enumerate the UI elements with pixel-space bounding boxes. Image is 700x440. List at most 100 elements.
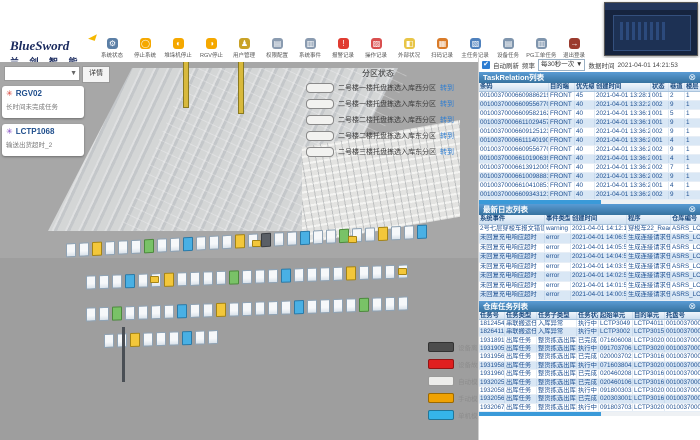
table-row[interactable]: 1931891出库任务整货拣选出库已完成0716060082LCTP302000… (479, 337, 700, 345)
toolbar-button[interactable]: ◧外部状况 (393, 38, 426, 59)
table-row[interactable]: 00100370006609343121FRONT402021-04-01 13… (479, 191, 700, 200)
table-row[interactable]: 00100370006613912005FRONT402021-04-01 13… (479, 164, 700, 173)
column-header[interactable]: 任务状态 (577, 312, 599, 319)
zone-checkbox[interactable] (306, 83, 334, 93)
column-header[interactable]: 创建时间 (571, 215, 627, 224)
table-header-row: 任务号任务类型任务子类型任务状态起始单元目的单元托盘号 (479, 312, 700, 320)
toolbar-button[interactable]: ▤设备任务 (492, 38, 525, 59)
table-row[interactable]: 00100370006611029457FRONT402021-04-01 13… (479, 119, 700, 128)
table-row[interactable]: 1931956出库任务整货拣选出库已完成0200037022LCTP301600… (479, 353, 700, 361)
crane-mast (183, 62, 189, 108)
zone-checkbox[interactable] (306, 99, 334, 109)
close-icon[interactable]: ⊗ (688, 205, 696, 214)
column-header[interactable]: 系统事件 (479, 215, 545, 224)
data-time-value: 2021-04-01 14:21:53 (617, 62, 677, 69)
scrollbar-thumb[interactable] (479, 412, 601, 416)
table-row[interactable]: 2号七层穿梭车报文错误,无法解析长度warning2021-04-01 14:1… (479, 225, 700, 235)
column-header[interactable]: 目的单元 (633, 312, 665, 319)
toolbar-button[interactable]: ▥PG工单任务 (525, 38, 558, 59)
column-header[interactable]: 托盘号 (665, 312, 700, 319)
table-row[interactable]: 未回复充电响应超时error2021-04-01 14:05:56生成连接请求任… (479, 244, 700, 254)
table-row[interactable]: 未回复充电响应超时error2021-04-01 14:03:56生成连接请求任… (479, 263, 700, 273)
table-row[interactable]: 未回复充电响应超时error2021-04-01 14:06:57生成连接请求任… (479, 234, 700, 244)
table-row[interactable]: 1932058出库任务整货拣选出库执行中0918003032LCTP302000… (479, 387, 700, 395)
pallet-block (255, 269, 265, 283)
table-row[interactable]: 1826411串联搬运任务入库异常执行中LCTP3002LCTP30150010… (479, 328, 700, 336)
warehouse-3d-viewport[interactable]: ▼ 详情 ✳RGV02长时间未完成任务✳LCTP1068输送出货超时_2 分区状… (0, 62, 478, 440)
zone-goto-link[interactable]: 转到 (440, 131, 454, 141)
table-cell: 1 (685, 92, 700, 100)
toolbar-button[interactable]: ◐堆垛机停止 (162, 38, 195, 59)
column-header[interactable]: 任务号 (479, 312, 505, 319)
table-row[interactable]: 00100370006609582162FRONT402021-04-01 13… (479, 110, 700, 119)
table-row[interactable]: 00100370006611140190FRONT402021-04-01 13… (479, 137, 700, 146)
table-row[interactable]: 1932067出库任务整货拣选出库执行中0918037032LCTP302000… (479, 404, 700, 412)
column-header[interactable]: 巷道 (669, 83, 685, 91)
detail-button[interactable]: 详情 (82, 66, 110, 83)
alert-card[interactable]: ✳LCTP1068输送出货超时_2 (2, 124, 84, 156)
alert-card[interactable]: ✳RGV02长时间未完成任务 (2, 86, 84, 118)
table-row[interactable]: 00100370006610410851FRONT402021-04-01 13… (479, 182, 700, 191)
table-row[interactable]: 1812454串联搬运任务入库异常执行中LCTP3049LCTP40110010… (479, 320, 700, 328)
device-search-select[interactable]: ▼ (4, 66, 80, 81)
zone-goto-link[interactable]: 转到 (440, 83, 454, 93)
table-cell: 40 (575, 155, 595, 163)
column-header[interactable]: 事件类型 (545, 215, 571, 224)
table-row[interactable]: 1931958出库任务整货拣选出库执行中0716038042LCTP302000… (479, 362, 700, 370)
toolbar-button[interactable]: ▧主任务记录 (459, 38, 492, 59)
table-row[interactable]: 未回复充电响应超时error2021-04-01 14:02:56生成连接请求任… (479, 272, 700, 282)
column-header[interactable]: 任务类型 (505, 312, 537, 319)
frequency-select[interactable]: 每30秒一次 ▼ (538, 59, 585, 71)
table-row[interactable]: 00100370006609556770FRONT402021-04-01 13… (479, 146, 700, 155)
table-row[interactable]: 未回复充电响应超时error2021-04-01 14:00:56生成连接请求任… (479, 291, 700, 301)
column-header[interactable]: 起始单元 (599, 312, 633, 319)
column-header[interactable]: 状态 (651, 83, 669, 91)
table-row[interactable]: 00100370006609556770FRONT402021-04-01 13… (479, 101, 700, 110)
column-header[interactable]: 目的端 (549, 83, 575, 91)
toolbar-button[interactable]: ⚙系统状态 (96, 38, 129, 59)
toolbar-button[interactable]: !报警记录 (327, 38, 360, 59)
column-header[interactable]: 楼层 (685, 83, 700, 91)
column-header[interactable]: 创建时间 (595, 83, 651, 91)
zone-goto-link[interactable]: 转到 (440, 99, 454, 109)
toolbar-button[interactable]: ▥系统事件 (294, 38, 327, 59)
column-header[interactable]: 优先级 (575, 83, 595, 91)
table-row[interactable]: 1931905出库任务整货拣选出库执行中0917037061LCTP302000… (479, 345, 700, 353)
minimap-preview[interactable] (604, 2, 698, 56)
table-row[interactable]: 00100370006609886219FRONT452021-04-01 13… (479, 92, 700, 101)
column-header[interactable]: 任务子类型 (537, 312, 577, 319)
table-row[interactable]: 1932025出库任务整货拣选出库已完成0204601062LCTP301600… (479, 379, 700, 387)
zone-checkbox[interactable] (306, 131, 334, 141)
table-row[interactable]: 00100370006610190639FRONT402021-04-01 13… (479, 155, 700, 164)
column-header[interactable]: 程序 (627, 215, 671, 224)
table-cell: ASRS_LC2 (671, 234, 700, 243)
table-row[interactable]: 未回复充电响应超时error2021-04-01 14:01:56生成连接请求任… (479, 282, 700, 292)
table-row[interactable]: 1932056出库任务整货拣选出库已完成0203030011LCTP301600… (479, 395, 700, 403)
zone-goto-link[interactable]: 转到 (440, 115, 454, 125)
toolbar-button[interactable]: ▤权限配置 (261, 38, 294, 59)
scrollbar-thumb[interactable] (479, 200, 601, 204)
toolbar-button[interactable]: ▦扫码记录 (426, 38, 459, 59)
table-row[interactable]: 未回复充电响应超时error2021-04-01 14:04:56生成连接请求任… (479, 253, 700, 263)
close-icon[interactable]: ⊗ (688, 73, 696, 82)
column-header[interactable]: 仓库编号 (671, 215, 700, 224)
alert-message: 输送出货超时_2 (6, 139, 80, 149)
table-cell: 2021-04-01 13:36:19 (595, 119, 651, 127)
toolbar-button[interactable]: ◑RGV停止 (195, 38, 228, 59)
table-row[interactable]: 1931960出库任务整货拣选出库已完成0204602081LCTP301600… (479, 370, 700, 378)
toolbar-button[interactable]: ♟用户管理 (228, 38, 261, 59)
zone-row: 二号楼一楼托盘拣选入库西分区转到 (306, 83, 454, 93)
zone-checkbox[interactable] (306, 147, 334, 157)
panel-header-latest-log: 最新日志列表 ⊗ (479, 204, 700, 215)
auto-refresh-checkbox[interactable]: ✔ (482, 61, 490, 69)
zone-checkbox[interactable] (306, 115, 334, 125)
table-row[interactable]: 00100370006609125123FRONT402021-04-01 13… (479, 128, 700, 137)
column-header[interactable]: 条码 (479, 83, 549, 91)
toolbar-button[interactable]: ◯停止系统 (129, 38, 162, 59)
table-row[interactable]: 00100370006610098881FRONT402021-04-01 13… (479, 173, 700, 182)
zone-goto-link[interactable]: 转到 (440, 147, 454, 157)
close-icon[interactable]: ⊗ (688, 302, 696, 311)
toolbar-button[interactable]: →退出登录 (558, 38, 591, 59)
toolbar-button[interactable]: ▨操作记录 (360, 38, 393, 59)
table-cell: 整货拣选出库 (537, 370, 577, 377)
